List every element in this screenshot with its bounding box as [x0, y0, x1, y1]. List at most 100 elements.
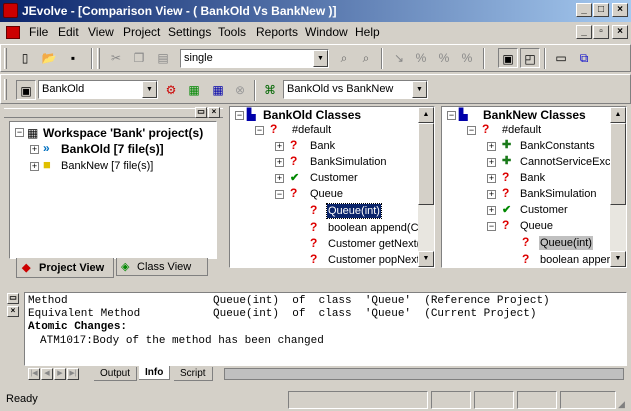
project-node-bankold[interactable]: BankOld [7 file(s)] — [61, 142, 164, 156]
open-icon[interactable]: 📂 — [39, 48, 59, 68]
member-node-queue-int[interactable]: Queue(int) — [539, 236, 593, 250]
new-classes-tree[interactable]: − ▙ BankNew Classes − ? #default + ✚ Ban… — [441, 106, 627, 268]
chevron-down-icon[interactable]: ▼ — [412, 81, 427, 98]
find-combo[interactable]: single ▼ — [180, 49, 329, 68]
horizontal-scrollbar[interactable] — [224, 368, 624, 380]
class-node-bank[interactable]: Bank — [520, 171, 545, 185]
collapse-icon[interactable]: − — [255, 126, 264, 135]
tab-info[interactable]: Info — [139, 366, 171, 380]
project-tree[interactable]: − ▦ Workspace 'Bank' project(s) + » Bank… — [9, 121, 217, 259]
class-node-banksimulation[interactable]: BankSimulation — [310, 155, 386, 169]
tab-next-icon[interactable]: ▶ — [54, 368, 66, 380]
window-icon-1[interactable]: ▭ — [551, 48, 571, 68]
build-icon[interactable]: ⚙ — [161, 80, 181, 100]
stop-icon[interactable]: ⊗ — [230, 80, 250, 100]
save-icon[interactable]: ▪ — [63, 48, 83, 68]
copy-icon[interactable]: ❐ — [129, 48, 149, 68]
compare-icon-2[interactable]: % — [411, 48, 431, 68]
search-view-icon[interactable]: ◰ — [520, 48, 540, 68]
panel-float-button[interactable]: ▭ — [7, 293, 19, 304]
expand-icon[interactable]: + — [487, 190, 496, 199]
app-icon[interactable] — [3, 3, 18, 18]
menu-settings[interactable]: Settings — [168, 25, 211, 39]
menu-window[interactable]: Window — [305, 25, 348, 39]
tab-last-icon[interactable]: ▶| — [67, 368, 79, 380]
chevron-down-icon[interactable]: ▼ — [313, 50, 328, 67]
analyze-icon[interactable]: ▦ — [184, 80, 204, 100]
expand-icon[interactable]: + — [275, 142, 284, 151]
hierarchy-icon[interactable]: ⌘ — [260, 80, 280, 100]
collapse-icon[interactable]: − — [15, 128, 24, 137]
collapse-icon[interactable]: − — [467, 126, 476, 135]
menu-file[interactable]: File — [29, 25, 48, 39]
cut-icon[interactable]: ✂ — [106, 48, 126, 68]
minimize-button[interactable]: _ — [576, 3, 592, 17]
package-node[interactable]: #default — [502, 123, 541, 137]
project-combo[interactable]: BankOld ▼ — [38, 80, 158, 99]
member-node-popnext[interactable]: Customer popNext( — [328, 253, 423, 267]
class-node-cannotservice[interactable]: CannotServiceExc — [520, 155, 611, 169]
workspace-node[interactable]: Workspace 'Bank' project(s) — [43, 126, 203, 140]
expand-icon[interactable]: + — [487, 174, 496, 183]
expand-icon[interactable]: + — [487, 206, 496, 215]
panel-float-button[interactable]: ▭ — [195, 107, 207, 118]
find-next-icon[interactable]: ⌕ — [356, 48, 376, 68]
mdi-restore-button[interactable]: ▫ — [593, 25, 609, 39]
class-node-bank[interactable]: Bank — [310, 139, 335, 153]
collapse-icon[interactable]: − — [275, 190, 284, 199]
collapse-icon[interactable]: − — [487, 222, 496, 231]
info-text-area[interactable]: Method Queue(int) of class 'Queue' (Refe… — [24, 292, 627, 366]
resize-grip-icon[interactable]: ◢ — [618, 399, 625, 410]
mdi-close-button[interactable]: × — [612, 25, 628, 39]
scroll-up-icon[interactable]: ▲ — [418, 107, 434, 123]
chevron-down-icon[interactable]: ▼ — [142, 81, 157, 98]
class-node-queue[interactable]: Queue — [310, 187, 343, 201]
project-node-banknew[interactable]: BankNew [7 file(s)] — [61, 159, 153, 173]
compare-icon-3[interactable]: % — [434, 48, 454, 68]
menu-tools[interactable]: Tools — [218, 25, 246, 39]
compare-icon-1[interactable]: ↘ — [389, 48, 409, 68]
tab-project-view[interactable]: ◆ Project View — [16, 258, 114, 278]
expand-icon[interactable]: + — [30, 162, 39, 171]
tab-script[interactable]: Script — [174, 367, 213, 381]
maximize-button[interactable]: □ — [593, 3, 609, 17]
menu-edit[interactable]: Edit — [58, 25, 79, 39]
scroll-thumb[interactable] — [418, 123, 434, 205]
new-tree-scrollbar[interactable]: ▲ ▼ — [610, 107, 626, 267]
expand-icon[interactable]: + — [487, 142, 496, 151]
member-node-append[interactable]: boolean apper — [540, 253, 610, 267]
old-tree-scrollbar[interactable]: ▲ ▼ — [418, 107, 434, 267]
tab-output[interactable]: Output — [94, 367, 138, 381]
menu-project[interactable]: Project — [123, 25, 160, 39]
project-icon[interactable]: ▣ — [16, 80, 36, 100]
class-node-banksimulation[interactable]: BankSimulation — [520, 187, 596, 201]
view-toggle-icon[interactable]: ▣ — [498, 48, 518, 68]
expand-icon[interactable]: + — [275, 174, 284, 183]
calendar-icon[interactable]: ▦ — [208, 80, 228, 100]
expand-icon[interactable]: + — [30, 145, 39, 154]
member-node-queue-int[interactable]: Queue(int) — [326, 203, 382, 219]
panel-close-button[interactable]: × — [208, 107, 220, 118]
package-node[interactable]: #default — [292, 123, 331, 137]
menu-view[interactable]: View — [88, 25, 114, 39]
menu-reports[interactable]: Reports — [256, 25, 298, 39]
tab-class-view[interactable]: ◈ Class View — [116, 258, 208, 276]
document-icon[interactable] — [6, 26, 20, 39]
mdi-minimize-button[interactable]: _ — [576, 25, 592, 39]
window-icon-2[interactable]: ⧉ — [574, 48, 594, 68]
menu-help[interactable]: Help — [355, 25, 380, 39]
paste-icon[interactable]: ▤ — [153, 48, 173, 68]
binoculars-icon[interactable]: ⌕ — [334, 48, 354, 68]
member-node-append[interactable]: boolean append(Cu — [328, 221, 425, 235]
expand-icon[interactable]: + — [275, 158, 284, 167]
panel-close-button[interactable]: × — [7, 306, 19, 317]
comparison-combo[interactable]: BankOld vs BankNew ▼ — [283, 80, 428, 99]
close-button[interactable]: × — [612, 3, 628, 17]
expand-icon[interactable]: + — [487, 158, 496, 167]
scroll-up-icon[interactable]: ▲ — [610, 107, 626, 123]
scroll-down-icon[interactable]: ▼ — [610, 251, 626, 267]
old-classes-tree[interactable]: − ▙ BankOld Classes − ? #default + ? Ban… — [229, 106, 435, 268]
class-node-customer[interactable]: Customer — [520, 203, 568, 217]
member-node-getnext[interactable]: Customer getNext() — [328, 237, 424, 251]
class-node-customer[interactable]: Customer — [310, 171, 358, 185]
